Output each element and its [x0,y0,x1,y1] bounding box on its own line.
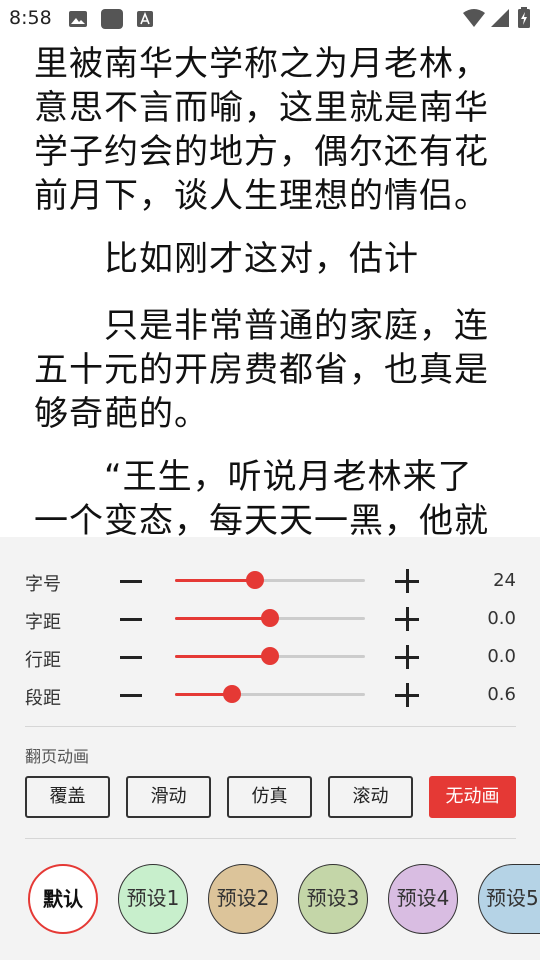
reader-content[interactable]: 里被南华大学称之为月老林， 意思不言而喻，这里就是南华 学子约会的地方，偶尔还有… [0,40,540,537]
line-spacing-decrease-button[interactable] [118,643,146,671]
font-size-value: 24 [493,570,516,591]
slider-thumb[interactable] [261,647,279,665]
line-spacing-slider[interactable] [175,647,365,665]
animation-scroll-button[interactable]: 滚动 [328,776,413,818]
text-line: 一个变态，每天天一黑，他就 [34,501,489,537]
letter-spacing-increase-button[interactable] [393,605,421,633]
page-animation-title: 翻页动画 [25,747,90,766]
paragraph: 比如刚才这对，估计 [34,237,512,281]
preset-5-button[interactable]: 预设5 [478,864,540,934]
line-spacing-value: 0.0 [487,646,516,667]
paragraph-spacing-value: 0.6 [487,684,516,705]
text-line: 前月下，谈人生理想的情侣。 [34,176,489,216]
animation-none-button[interactable]: 无动画 [429,776,516,818]
animation-cover-button[interactable]: 覆盖 [25,776,110,818]
image-icon [69,11,87,27]
wifi-icon [463,9,485,27]
letter-spacing-decrease-button[interactable] [118,605,146,633]
battery-charging-icon [518,7,530,28]
font-size-decrease-button[interactable] [118,567,146,595]
slider-thumb[interactable] [245,571,264,589]
paragraph: 只是非常普通的家庭，连 五十元的开房费都省，也真是 够奇葩的。 [34,304,512,436]
paragraph: “王生，听说月老林来了 一个变态，每天天一黑，他就 [34,455,512,537]
font-size-increase-button[interactable] [393,567,421,595]
divider [25,726,516,727]
text-line: 够奇葩的。 [34,394,209,434]
text-line: 五十元的开房费都省，也真是 [34,350,489,390]
preset-3-button[interactable]: 预设3 [298,864,368,934]
text-line: 里被南华大学称之为月老林， [34,44,489,84]
line-spacing-increase-button[interactable] [393,643,421,671]
text-line: 只是非常普通的家庭，连 [34,306,489,346]
animation-slide-button[interactable]: 滑动 [126,776,211,818]
divider [25,838,516,839]
line-spacing-label: 行距 [25,650,61,671]
preset-2-button[interactable]: 预设2 [208,864,278,934]
status-bar: 8:58 [0,0,540,36]
letter-spacing-slider[interactable] [175,609,365,627]
letter-spacing-value: 0.0 [487,608,516,629]
paragraph-spacing-increase-button[interactable] [393,681,421,709]
font-size-row: 字号 24 [0,563,540,599]
text-line: 学子约会的地方，偶尔还有花 [34,132,489,172]
text-line: 比如刚才这对，估计 [34,239,419,279]
preset-default-button[interactable]: 默认 [28,864,98,934]
font-size-slider[interactable] [175,571,365,589]
font-size-label: 字号 [25,574,61,595]
paragraph: 里被南华大学称之为月老林， 意思不言而喻，这里就是南华 学子约会的地方，偶尔还有… [34,42,512,218]
font-a-icon [137,11,153,27]
line-spacing-row: 行距 0.0 [0,639,540,675]
preset-1-button[interactable]: 预设1 [118,864,188,934]
slider-fill [175,655,270,658]
letter-spacing-row: 字距 0.0 [0,601,540,637]
paragraph-spacing-slider[interactable] [175,685,365,703]
paragraph-spacing-label: 段距 [25,688,61,709]
signal-icon [491,9,509,27]
letter-spacing-label: 字距 [25,612,61,633]
slider-thumb[interactable] [261,609,279,627]
preset-4-button[interactable]: 预设4 [388,864,458,934]
slider-thumb[interactable] [223,685,241,703]
text-line: “王生，听说月老林来了 [34,457,473,497]
slider-fill [175,579,255,582]
status-time: 8:58 [9,7,52,29]
read-settings-panel: 字号 24 字距 0.0 行距 0.0 段距 0.6 翻页动画 覆盖 滑动 仿真… [0,537,540,960]
paragraph-spacing-row: 段距 0.6 [0,677,540,713]
animation-simulation-button[interactable]: 仿真 [227,776,312,818]
text-line: 意思不言而喻，这里就是南华 [34,88,489,128]
slider-fill [175,617,270,620]
app-square-icon [101,9,123,29]
paragraph-spacing-decrease-button[interactable] [118,681,146,709]
